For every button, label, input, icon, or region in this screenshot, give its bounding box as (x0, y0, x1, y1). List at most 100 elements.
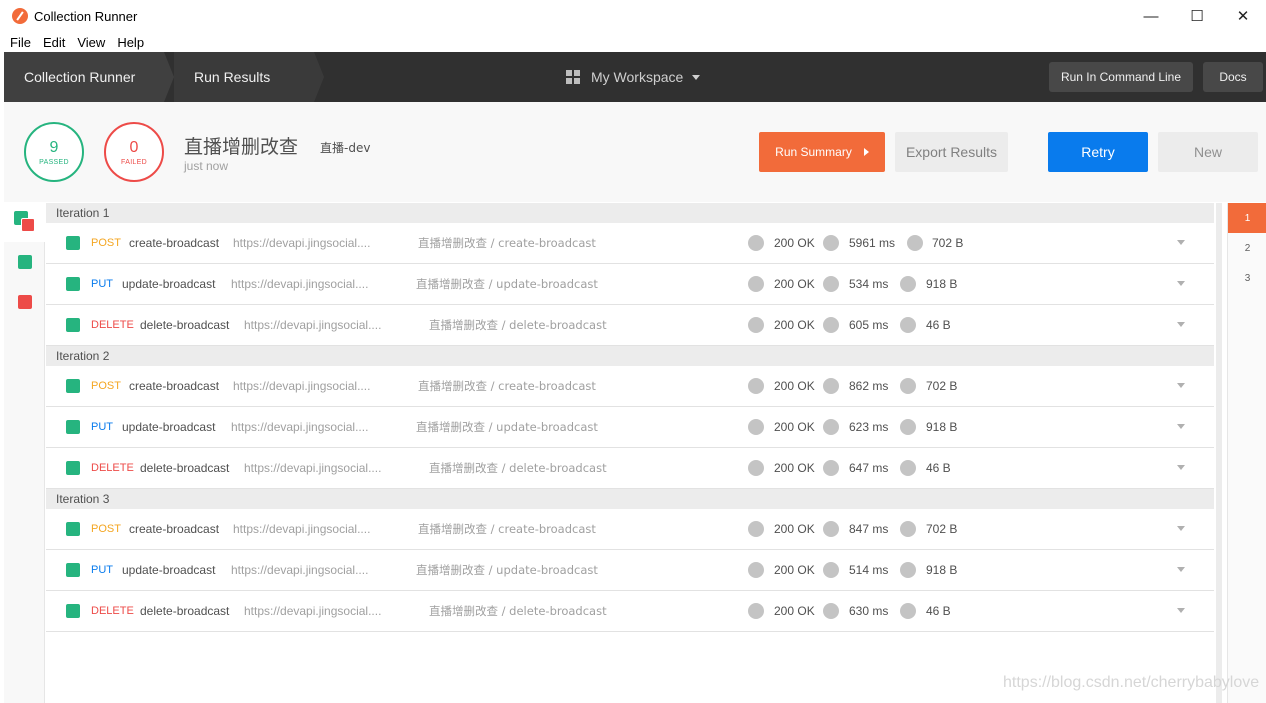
run-time: just now (184, 159, 229, 173)
results-scrollbar[interactable] (1216, 203, 1222, 703)
close-button[interactable]: ✕ (1220, 0, 1266, 32)
request-method: POST (91, 380, 121, 392)
request-name: delete-broadcast (140, 318, 230, 332)
request-row[interactable]: PUT update-broadcast https://devapi.jing… (46, 407, 1214, 448)
retry-button[interactable]: Retry (1048, 132, 1148, 172)
response-time: 862 ms (849, 379, 889, 393)
request-path: 直播增删改查 / update-broadcast (416, 420, 598, 434)
request-path: 直播增删改查 / update-broadcast (416, 563, 598, 577)
request-name: delete-broadcast (140, 461, 230, 475)
chevron-down-icon[interactable] (1177, 322, 1185, 327)
request-path: 直播增删改查 / delete-broadcast (429, 461, 607, 475)
minimize-button[interactable]: — (1128, 0, 1174, 32)
size-dot-icon (900, 460, 916, 476)
response-time: 534 ms (849, 277, 889, 291)
new-button[interactable]: New (1158, 132, 1258, 172)
response-status: 200 OK (774, 522, 815, 536)
size-dot-icon (900, 603, 916, 619)
results-list: Iteration 1 POST create-broadcast https:… (46, 203, 1214, 703)
size-dot-icon (900, 276, 916, 292)
status-dot-icon (748, 521, 764, 537)
status-dot-icon (748, 378, 764, 394)
pass-status-icon (66, 420, 80, 434)
iteration-nav-3[interactable]: 3 (1228, 263, 1266, 293)
passed-count: 9 (49, 138, 59, 156)
response-time: 514 ms (849, 563, 889, 577)
chevron-down-icon[interactable] (1177, 424, 1185, 429)
menu-view[interactable]: View (71, 35, 111, 50)
chevron-down-icon[interactable] (1177, 526, 1185, 531)
size-dot-icon (900, 562, 916, 578)
size-dot-icon (900, 521, 916, 537)
request-path: 直播增删改查 / delete-broadcast (429, 318, 607, 332)
request-row[interactable]: PUT update-broadcast https://devapi.jing… (46, 264, 1214, 305)
chevron-down-icon[interactable] (1177, 465, 1185, 470)
status-dot-icon (748, 235, 764, 251)
request-row[interactable]: DELETE delete-broadcast https://devapi.j… (46, 591, 1214, 632)
iteration-header: Iteration 1 (46, 203, 1214, 223)
response-time: 605 ms (849, 318, 889, 332)
pass-status-icon (66, 461, 80, 475)
time-dot-icon (823, 460, 839, 476)
menu-help[interactable]: Help (111, 35, 150, 50)
export-results-button[interactable]: Export Results (895, 132, 1008, 172)
request-url: https://devapi.jingsocial.... (233, 379, 371, 393)
run-summary-button[interactable]: Run Summary (759, 132, 885, 172)
iteration-nav-1[interactable]: 1 (1228, 203, 1266, 233)
window-titlebar: Collection Runner — ☐ ✕ (0, 0, 1266, 32)
request-method: DELETE (91, 462, 134, 474)
size-dot-icon (900, 317, 916, 333)
chevron-down-icon[interactable] (1177, 240, 1185, 245)
chevron-down-icon[interactable] (1177, 608, 1185, 613)
request-row[interactable]: POST create-broadcast https://devapi.jin… (46, 509, 1214, 550)
run-in-command-line-button[interactable]: Run In Command Line (1049, 62, 1193, 92)
filter-failed[interactable] (4, 282, 45, 322)
status-dot-icon (748, 460, 764, 476)
runner-header: Collection Runner Run Results My Workspa… (4, 52, 1266, 102)
run-summary-label: Run Summary (775, 145, 852, 159)
time-dot-icon (823, 276, 839, 292)
request-row[interactable]: DELETE delete-broadcast https://devapi.j… (46, 305, 1214, 346)
docs-button[interactable]: Docs (1203, 62, 1263, 92)
time-dot-icon (823, 317, 839, 333)
request-path: 直播增删改查 / create-broadcast (418, 522, 596, 536)
request-method: PUT (91, 421, 113, 433)
workspace-label: My Workspace (591, 69, 684, 85)
size-dot-icon (907, 235, 923, 251)
workspace-switcher[interactable]: My Workspace (566, 52, 701, 102)
maximize-button[interactable]: ☐ (1174, 0, 1220, 32)
request-name: update-broadcast (122, 277, 216, 291)
breadcrumb-collection-runner[interactable]: Collection Runner (4, 52, 164, 102)
breadcrumb-separator (164, 52, 174, 102)
time-dot-icon (823, 562, 839, 578)
status-dot-icon (748, 419, 764, 435)
status-dot-icon (748, 276, 764, 292)
time-dot-icon (823, 419, 839, 435)
menu-edit[interactable]: Edit (37, 35, 71, 50)
status-dot-icon (748, 317, 764, 333)
pass-status-icon (66, 277, 80, 291)
chevron-down-icon[interactable] (1177, 281, 1185, 286)
size-dot-icon (900, 378, 916, 394)
result-filter-rail (4, 202, 45, 703)
response-size: 918 B (926, 277, 958, 291)
request-path: 直播增删改查 / update-broadcast (416, 277, 598, 291)
menu-file[interactable]: File (4, 35, 37, 50)
response-time: 647 ms (849, 461, 889, 475)
response-time: 623 ms (849, 420, 889, 434)
filter-all[interactable] (4, 202, 45, 242)
request-row[interactable]: POST create-broadcast https://devapi.jin… (46, 366, 1214, 407)
request-row[interactable]: PUT update-broadcast https://devapi.jing… (46, 550, 1214, 591)
request-row[interactable]: POST create-broadcast https://devapi.jin… (46, 223, 1214, 264)
iteration-nav-2[interactable]: 2 (1228, 233, 1266, 263)
chevron-down-icon[interactable] (1177, 567, 1185, 572)
request-name: delete-broadcast (140, 604, 230, 618)
response-size: 46 B (926, 461, 951, 475)
response-status: 200 OK (774, 563, 815, 577)
chevron-down-icon[interactable] (1177, 383, 1185, 388)
response-status: 200 OK (774, 277, 815, 291)
request-row[interactable]: DELETE delete-broadcast https://devapi.j… (46, 448, 1214, 489)
filter-passed[interactable] (4, 242, 45, 282)
breadcrumb-run-results[interactable]: Run Results (174, 52, 314, 102)
time-dot-icon (823, 521, 839, 537)
